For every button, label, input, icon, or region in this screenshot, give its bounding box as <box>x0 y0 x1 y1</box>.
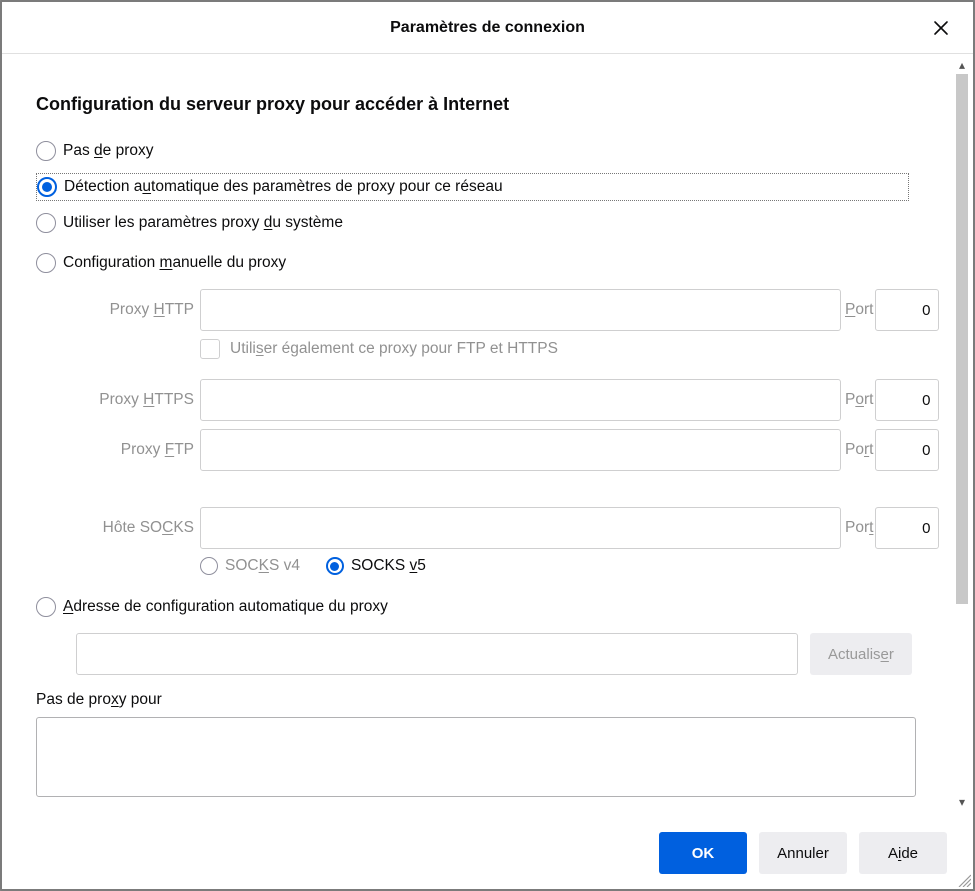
radio-icon <box>37 177 57 197</box>
pac-row: Actualiser <box>76 633 951 675</box>
use-same-proxy-label: Utiliser également ce proxy pour FTP et … <box>230 340 558 358</box>
dialog-title: Paramètres de connexion <box>390 19 585 37</box>
radio-icon <box>326 557 344 575</box>
close-button[interactable] <box>927 14 955 42</box>
ftp-port-label: Port <box>845 441 873 459</box>
http-proxy-row: Proxy HTTP Port <box>36 289 951 331</box>
radio-icon <box>36 597 56 617</box>
vertical-scrollbar[interactable] <box>953 56 971 811</box>
content: Configuration du serveur proxy pour accé… <box>2 56 951 811</box>
http-proxy-label: Proxy HTTP <box>36 301 200 319</box>
https-port-label: Port <box>845 391 873 409</box>
socks-port-label: Port <box>845 519 873 537</box>
socks-host-row: Hôte SOCKS Port <box>36 507 951 549</box>
socks-version-row: SOCKS v4 SOCKS v5 <box>200 557 951 575</box>
scroll-down-arrow-icon[interactable] <box>953 793 971 811</box>
checkbox-icon <box>200 339 220 359</box>
radio-icon <box>200 557 218 575</box>
proxy-mode-autodetect[interactable]: Détection automatique des paramètres de … <box>36 173 909 201</box>
radio-icon <box>36 253 56 273</box>
socks-host-label: Hôte SOCKS <box>36 519 200 537</box>
reload-pac-button[interactable]: Actualiser <box>810 633 912 675</box>
ftp-proxy-label: Proxy FTP <box>36 441 200 459</box>
cancel-button[interactable]: Annuler <box>759 832 847 874</box>
titlebar: Paramètres de connexion <box>2 2 973 54</box>
connection-settings-dialog: Paramètres de connexion Configuration du… <box>0 0 975 891</box>
http-port-input[interactable] <box>875 289 939 331</box>
socks-v4-label: SOCKS v4 <box>225 557 300 575</box>
resize-grip-icon[interactable] <box>955 871 971 887</box>
proxy-mode-manual[interactable]: Configuration manuelle du proxy <box>36 249 951 277</box>
https-port-input[interactable] <box>875 379 939 421</box>
scrollbar-thumb[interactable] <box>956 74 968 604</box>
socks-v5-option[interactable]: SOCKS v5 <box>326 557 426 575</box>
proxy-mode-system[interactable]: Utiliser les paramètres proxy du système <box>36 209 951 237</box>
help-button[interactable]: Aide <box>859 832 947 874</box>
socks-port-input[interactable] <box>875 507 939 549</box>
ftp-proxy-input[interactable] <box>200 429 841 471</box>
http-proxy-input[interactable] <box>200 289 841 331</box>
proxy-mode-none[interactable]: Pas de proxy <box>36 137 951 165</box>
radio-label: Utiliser les paramètres proxy du système <box>63 214 343 232</box>
section-title: Configuration du serveur proxy pour accé… <box>36 94 951 115</box>
ftp-port-input[interactable] <box>875 429 939 471</box>
ok-button[interactable]: OK <box>659 832 747 874</box>
dialog-footer: OK Annuler Aide <box>2 817 973 889</box>
radio-icon <box>36 213 56 233</box>
ftp-proxy-row: Proxy FTP Port <box>36 429 951 471</box>
manual-proxy-form: Proxy HTTP Port Utiliser également ce pr… <box>36 289 951 575</box>
http-port-label: Port <box>845 301 873 319</box>
close-icon <box>933 20 949 36</box>
proxy-mode-pac[interactable]: Adresse de configuration automatique du … <box>36 593 951 621</box>
https-proxy-row: Proxy HTTPS Port <box>36 379 951 421</box>
socks-v4-option[interactable]: SOCKS v4 <box>200 557 300 575</box>
no-proxy-for-input[interactable] <box>36 717 916 797</box>
no-proxy-for-label: Pas de proxy pour <box>36 691 951 709</box>
radio-label: Adresse de configuration automatique du … <box>63 598 388 616</box>
scroll-up-arrow-icon[interactable] <box>953 56 971 74</box>
radio-label: Détection automatique des paramètres de … <box>64 178 503 196</box>
socks-host-input[interactable] <box>200 507 841 549</box>
https-proxy-label: Proxy HTTPS <box>36 391 200 409</box>
radio-label: Pas de proxy <box>63 142 153 160</box>
content-wrap: Configuration du serveur proxy pour accé… <box>2 56 973 811</box>
use-same-proxy-row[interactable]: Utiliser également ce proxy pour FTP et … <box>200 339 951 359</box>
radio-label: Configuration manuelle du proxy <box>63 254 286 272</box>
pac-url-input[interactable] <box>76 633 798 675</box>
socks-v5-label: SOCKS v5 <box>351 557 426 575</box>
radio-icon <box>36 141 56 161</box>
https-proxy-input[interactable] <box>200 379 841 421</box>
